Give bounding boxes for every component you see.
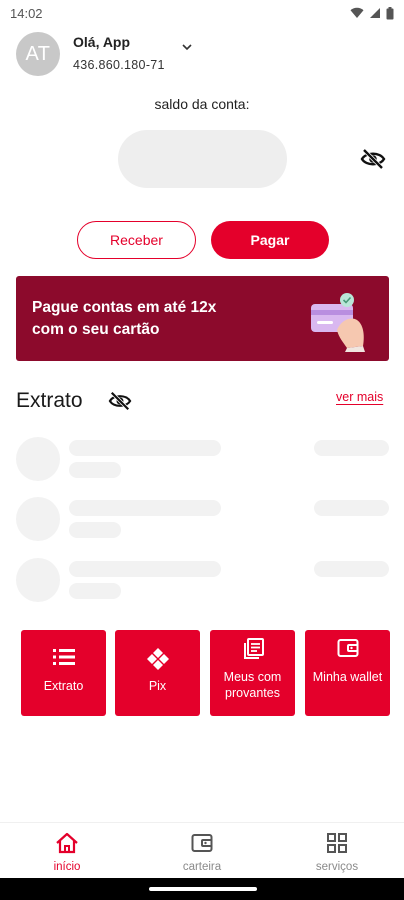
receipts-icon (243, 638, 264, 659)
skeleton-avatar (16, 497, 60, 541)
skeleton-amount (314, 500, 389, 516)
eye-off-icon[interactable] (108, 390, 132, 412)
quick-action-extrato[interactable]: Extrato (21, 630, 106, 716)
skeleton-line (69, 561, 221, 577)
pay-button[interactable]: Pagar (211, 221, 329, 259)
quick-action-label: Pix (148, 679, 167, 693)
wallet-icon (337, 639, 358, 657)
balance-label: saldo da conta: (154, 96, 250, 112)
receive-button[interactable]: Receber (77, 221, 196, 259)
bottom-navigation: início carteira serviços (0, 822, 404, 878)
skeleton-line (69, 462, 121, 478)
nav-label: carteira (182, 861, 222, 873)
quick-action-label: Meus com provantes (223, 670, 282, 700)
avatar[interactable]: AT (16, 32, 60, 76)
status-time: 14:02 (10, 5, 43, 21)
quick-action-pix[interactable]: Pix (115, 630, 200, 716)
quick-action-label: Minha wallet (312, 670, 383, 684)
statement-skeleton-row (16, 497, 389, 543)
banner-text: Pague contas em até 12x com o seu cartão (32, 299, 217, 338)
skeleton-line (69, 500, 221, 516)
battery-icon (386, 6, 394, 19)
eye-off-icon[interactable] (360, 147, 386, 171)
wifi-icon (350, 7, 364, 19)
statement-title: Extrato (16, 389, 83, 412)
status-bar: 14:02 (0, 0, 404, 26)
status-icons (350, 6, 394, 20)
nav-item-carteira[interactable]: carteira (135, 831, 269, 875)
quick-actions: Extrato Pix Meus com provantes Minha wal… (21, 630, 404, 716)
skeleton-avatar (16, 437, 60, 481)
system-gesture-bar (0, 878, 404, 900)
skeleton-line (69, 522, 121, 538)
wallet-icon (191, 834, 213, 852)
see-more-link[interactable]: ver mais (336, 390, 383, 404)
skeleton-amount (314, 440, 389, 456)
list-icon (52, 649, 75, 665)
skeleton-avatar (16, 558, 60, 602)
quick-action-wallet[interactable]: Minha wallet (305, 630, 390, 716)
grid-icon (327, 833, 347, 853)
quick-action-label: Extrato (43, 679, 84, 693)
home-icon (56, 832, 78, 854)
gesture-handle[interactable] (149, 887, 257, 891)
promo-banner[interactable]: Pague contas em até 12x com o seu cartão (16, 276, 389, 361)
nav-label: serviços (315, 861, 359, 873)
chevron-down-icon[interactable] (181, 42, 193, 52)
balance-value-hidden (118, 130, 287, 188)
skeleton-amount (314, 561, 389, 577)
skeleton-line (69, 583, 121, 599)
skeleton-line (69, 440, 221, 456)
pix-icon (146, 648, 169, 670)
statement-skeleton-row (16, 558, 389, 604)
account-number: 436.860.180-71 (73, 58, 165, 72)
card-in-hand-illustration (311, 293, 365, 352)
user-info: Olá, App 436.860.180-71 (73, 34, 165, 72)
account-header[interactable]: AT Olá, App 436.860.180-71 (16, 30, 396, 78)
signal-icon (370, 8, 380, 18)
nav-item-inicio[interactable]: início (0, 831, 134, 875)
greeting-text: Olá, App (73, 34, 131, 50)
statement-skeleton-row (16, 437, 389, 483)
nav-label: início (53, 861, 81, 873)
quick-action-receipts[interactable]: Meus com provantes (210, 630, 295, 716)
nav-item-servicos[interactable]: serviços (270, 831, 404, 875)
